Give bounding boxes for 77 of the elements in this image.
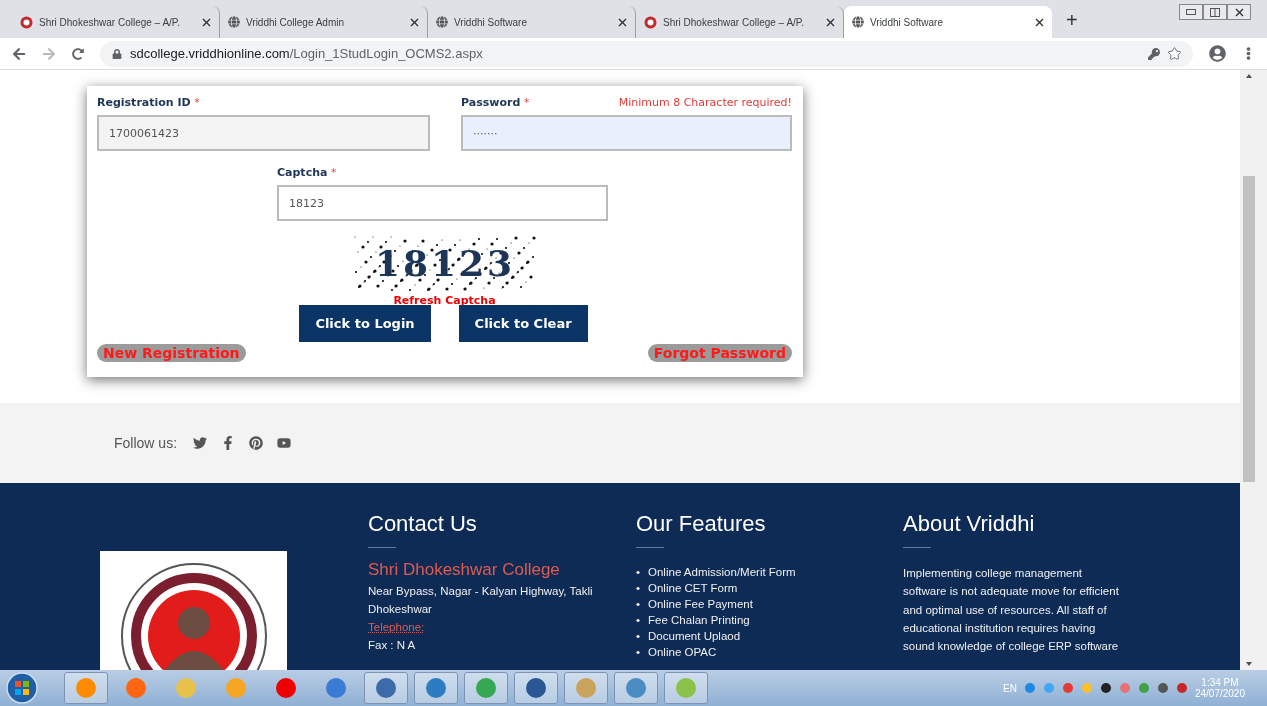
bullet: •	[636, 613, 641, 628]
key-icon[interactable]	[1148, 47, 1160, 60]
bullet: •	[636, 629, 641, 644]
refresh-captcha-link[interactable]: Refresh Captcha	[393, 294, 496, 307]
feature-item: Online Admission/Merit Form	[648, 565, 796, 580]
tab-title: Vriddhi Software	[870, 16, 944, 28]
globe-icon	[228, 16, 240, 28]
section-heading: Our Features	[636, 511, 767, 537]
password-field[interactable]: ·······	[461, 115, 792, 151]
registration-id-field[interactable]: 1700061423	[97, 115, 430, 151]
tab-title: Shri Dhokeshwar College – A/P.	[39, 16, 181, 28]
address-text: Near Bypass, Nagar - Kalyan Highway, Takli Dhokeshwar	[368, 584, 594, 617]
bullet: •	[636, 645, 641, 660]
bullet: •	[636, 597, 641, 612]
youtube-icon[interactable]	[277, 436, 292, 450]
fax-text: Fax : N A	[368, 638, 417, 653]
scrollbar[interactable]	[1240, 70, 1267, 670]
feature-item: Online Fee Payment	[648, 597, 753, 612]
close-icon[interactable]	[202, 17, 211, 27]
tray-icon[interactable]	[1099, 682, 1112, 694]
pinterest-icon[interactable]	[249, 436, 264, 450]
minimize-button[interactable]	[1179, 4, 1203, 20]
tab-title: Vriddhi Software	[454, 16, 528, 28]
required-mark: *	[194, 97, 200, 108]
twitter-icon[interactable]	[193, 436, 208, 450]
bullet: •	[636, 565, 641, 580]
tab-title: Vriddhi College Admin	[246, 16, 346, 28]
emblem-icon	[644, 15, 657, 29]
college-name: Shri Dhokeshwar College	[368, 560, 561, 580]
lock-icon	[112, 48, 122, 59]
reload-icon[interactable]	[72, 47, 84, 60]
close-button[interactable]	[1227, 4, 1251, 20]
new-tab-button[interactable]: +	[1066, 9, 1078, 32]
follow-label: Follow us:	[114, 435, 178, 451]
feature-item: Document Uplaod	[648, 629, 741, 644]
close-icon[interactable]	[826, 17, 835, 27]
about-text: Implementing college management software is not adequate move for efficient and optimal use of resources. All staff of educational institution requires having sound knowledge of college ERP software	[903, 566, 1120, 655]
profile-icon[interactable]	[1209, 45, 1226, 62]
close-icon[interactable]	[618, 17, 627, 27]
tray-icon[interactable]	[1156, 682, 1169, 694]
scroll-up-icon[interactable]	[1243, 72, 1255, 80]
browser-tab[interactable]: Vriddhi Software	[844, 6, 1052, 38]
tab-title: Shri Dhokeshwar College – A/P.	[663, 16, 805, 28]
captcha-field[interactable]: 18123	[277, 185, 608, 221]
scroll-down-icon[interactable]	[1243, 660, 1255, 668]
start-button[interactable]	[6, 672, 38, 704]
telephone-link[interactable]: Telephone:	[368, 618, 425, 636]
globe-icon	[436, 16, 448, 28]
required-mark: *	[524, 97, 530, 108]
url-path: /Login_1StudLogin_OCMS2.aspx	[289, 46, 483, 61]
feature-item: Fee Chalan Printing	[648, 613, 750, 628]
feature-item: Online CET Form	[648, 581, 738, 596]
password-hint: Minimum 8 Character required!	[618, 96, 792, 109]
minimize-icon	[1186, 9, 1196, 15]
maximize-button[interactable]	[1203, 4, 1227, 20]
close-icon	[1234, 7, 1244, 17]
login-button[interactable]: Click to Login	[299, 305, 431, 342]
section-heading: Contact Us	[368, 511, 478, 537]
field-label: Captcha *	[277, 166, 338, 179]
emblem-icon	[20, 15, 33, 29]
feature-item: Online OPAC	[648, 645, 717, 660]
scroll-thumb[interactable]	[1243, 176, 1255, 482]
url-host: sdcollege.vriddhionline.com	[130, 46, 290, 61]
clear-button[interactable]: Click to Clear	[458, 305, 588, 342]
globe-icon	[852, 16, 864, 28]
close-icon[interactable]	[410, 17, 419, 27]
star-icon[interactable]	[1168, 47, 1181, 60]
required-mark: *	[331, 167, 337, 178]
bullet: •	[636, 581, 641, 596]
field-label: Registration ID *	[97, 96, 200, 109]
section-heading: About Vriddhi	[903, 511, 1036, 537]
close-icon[interactable]	[1035, 17, 1044, 27]
captcha-image: 18123	[352, 234, 537, 292]
maximize-icon	[1210, 7, 1220, 17]
back-icon[interactable]	[12, 46, 26, 61]
address-bar[interactable]: sdcollege.vriddhionline.com/Login_1StudLogin_OCMS2.aspx	[100, 40, 1193, 67]
field-label: Password *	[461, 96, 530, 109]
